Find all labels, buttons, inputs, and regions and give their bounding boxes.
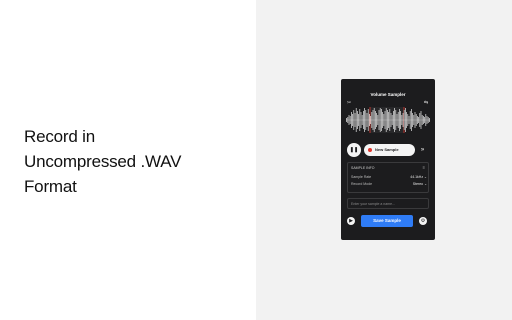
sample-settings-panel: SAMPLE INFO ≡ Sample Rate 44.1kHz ⌄ Reco… (347, 162, 429, 193)
app-title: Volume Sampler (370, 92, 406, 97)
phone-screen: Volume Sampler ✂ ⇆ ❚❚ New Sample » SAMPL… (341, 79, 435, 240)
setting-value[interactable]: Stereo ⌄ (413, 182, 427, 186)
scissors-icon[interactable]: ✂ (347, 101, 351, 106)
pause-icon: ❚❚ (349, 147, 359, 153)
bottom-bar: ▶ Save Sample ⚙ (347, 215, 429, 227)
fast-forward-icon: » (420, 147, 425, 153)
pause-button[interactable]: ❚❚ (347, 143, 361, 157)
setting-key: Record Mode (351, 182, 373, 186)
left-panel: Record in Uncompressed .WAV Format (0, 0, 256, 320)
save-sample-button[interactable]: Save Sample (361, 215, 413, 227)
headline-line-2: Uncompressed .WAV (24, 152, 182, 171)
recording-controls: ❚❚ New Sample » (347, 143, 429, 157)
settings-header: SAMPLE INFO (351, 166, 375, 170)
play-icon[interactable]: ▶ (347, 217, 355, 225)
record-dot-icon (368, 148, 372, 152)
headline-line-3: Format (24, 177, 77, 196)
skip-button[interactable]: » (416, 144, 429, 156)
headline: Record in Uncompressed .WAV Format (24, 124, 181, 199)
headline-line-1: Record in (24, 127, 95, 146)
sliders-icon[interactable]: ≡ (423, 165, 425, 170)
new-sample-button[interactable]: New Sample (364, 144, 415, 156)
swap-icon[interactable]: ⇆ (424, 101, 428, 106)
new-sample-label: New Sample (375, 147, 399, 152)
setting-value[interactable]: 44.1kHz ⌄ (410, 175, 427, 179)
sample-name-input[interactable] (347, 198, 429, 209)
settings-icon[interactable]: ⚙ (419, 217, 427, 225)
setting-key: Sample Rate (351, 175, 372, 179)
waveform[interactable] (346, 107, 430, 133)
